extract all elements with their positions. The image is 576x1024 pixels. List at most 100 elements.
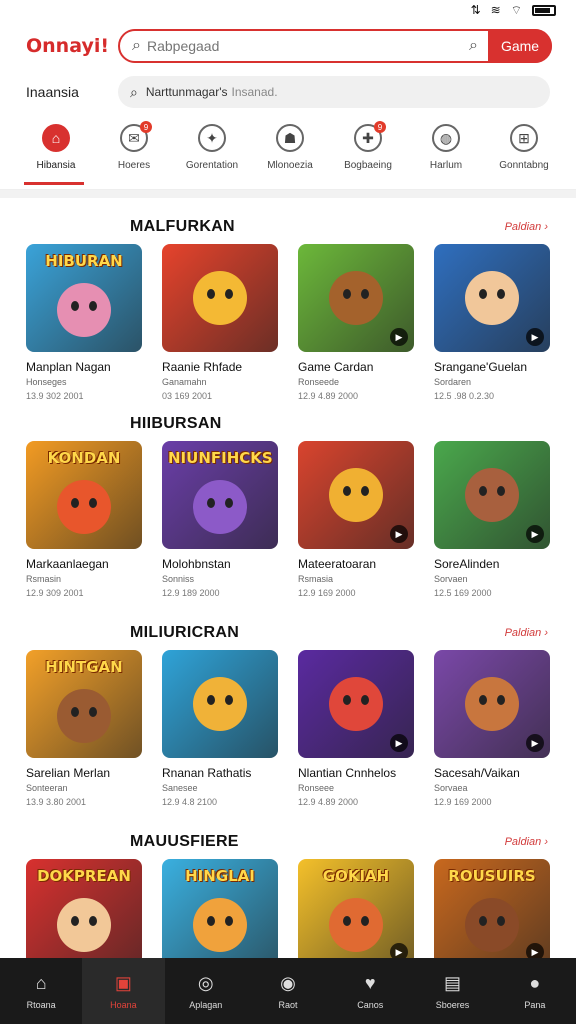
character-illustration (57, 480, 111, 534)
game-card[interactable]: HIBURAN Manplan Nagan Honseges 13.9 302 … (26, 244, 142, 401)
game-title: Rnanan Rathatis (162, 766, 252, 780)
nav-item-4[interactable]: ♥ Canos (329, 958, 411, 1024)
character-illustration (465, 677, 519, 731)
game-stats: 12.5 .98 0.2.30 (434, 391, 495, 401)
game-thumbnail[interactable]: ▶ (298, 441, 414, 549)
game-thumbnail[interactable]: ▶ (298, 244, 414, 352)
game-stats: 13.9 302 2001 (26, 391, 84, 401)
play-icon[interactable]: ▶ (390, 328, 408, 346)
game-stats: 13.9 3.80 2001 (26, 797, 87, 807)
see-all-link[interactable]: Paldian › (505, 221, 548, 233)
see-all-link[interactable]: Paldian › (505, 836, 548, 848)
game-thumbnail[interactable]: KONDAN (26, 441, 142, 549)
tab-label: Gonntabng (499, 160, 549, 171)
character-illustration (329, 271, 383, 325)
nav-item-2[interactable]: ◎ Aplagan (165, 958, 247, 1024)
nav-label: Aplagan (189, 999, 223, 1010)
game-genre: Ronseee (298, 783, 335, 793)
category-tabs: ⌂ Hibansia ✉ 9 Hoeres ✦ Gorentation ☗ Mlonoezia ✚… (0, 110, 576, 190)
tab-label: Hoeres (117, 160, 151, 171)
character-illustration (465, 271, 519, 325)
tab-1[interactable]: ✉ 9 Hoeres (100, 121, 168, 189)
thumbnail-title-art: NIUNFIHCKS (168, 449, 273, 467)
gift-icon: ✚ 9 (354, 121, 386, 152)
game-thumbnail[interactable]: DOKPREAN (26, 859, 142, 967)
gamepad-icon: ☗ (276, 124, 304, 152)
game-card[interactable]: ▶ Sacesah/Vaikan Sorvaea 12.9 169 2000 (434, 650, 550, 807)
chart-icon: ▤ (444, 972, 462, 993)
game-card[interactable]: ▶ Mateeratoaran Rsmasia 12.9 169 2000 (298, 441, 414, 598)
tab-6[interactable]: ⊞ Gonntabng (490, 124, 558, 189)
nav-item-3[interactable]: ◉ Raot (247, 958, 329, 1024)
game-card[interactable]: Rnanan Rathatis Sanesee 12.9 4.8 2100 (162, 650, 278, 807)
game-title: Markaanlaegan (26, 557, 109, 571)
game-card[interactable]: Raanie Rhfade Ganamahn 03 169 2001 (162, 244, 278, 401)
section-header: MAUUSFIERE Paldian › (0, 825, 576, 859)
tab-3[interactable]: ☗ Mlonoezia (256, 124, 324, 189)
tab-0[interactable]: ⌂ Hibansia (22, 124, 90, 189)
game-genre: Sordaren (434, 377, 472, 387)
game-card[interactable]: ▶ Nlantian Cnnhelos Ronseee 12.9 4.89 20… (298, 650, 414, 807)
see-all-link[interactable]: Paldian › (505, 627, 548, 639)
game-thumbnail[interactable]: HINGLAI (162, 859, 278, 967)
tab-5[interactable]: ◍ Harlum (412, 124, 480, 189)
game-card[interactable]: KONDAN Markaanlaegan Rsmasin 12.9 309 20… (26, 441, 142, 598)
game-thumbnail[interactable]: ROUSUIRS ▶ (434, 859, 550, 967)
game-icon: ◉ (280, 972, 296, 993)
notification-badge: 9 (140, 121, 152, 133)
character-illustration (57, 898, 111, 952)
game-thumbnail[interactable]: ▶ (298, 650, 414, 758)
character-illustration (329, 898, 383, 952)
game-thumbnail[interactable]: NIUNFIHCKS (162, 441, 278, 549)
search-input[interactable] (146, 38, 397, 54)
heart-icon: ♥ (364, 972, 376, 993)
game-thumbnail[interactable] (162, 244, 278, 352)
nav-item-5[interactable]: ▤ Sboeres (411, 958, 493, 1024)
store-icon: ▣ (114, 972, 132, 993)
game-thumbnail[interactable]: HINTGAN (26, 650, 142, 758)
nav-label: Pana (524, 999, 546, 1010)
play-icon[interactable]: ▶ (526, 734, 544, 752)
game-card[interactable]: NIUNFIHCKS Molohbnstan Sonniss 12.9 189 … (162, 441, 278, 598)
game-genre: Sonteeran (26, 783, 68, 793)
game-title: Molohbnstan (162, 557, 231, 571)
play-icon[interactable]: ▶ (526, 328, 544, 346)
game-thumbnail[interactable]: ▶ (434, 244, 550, 352)
game-card[interactable]: HINTGAN Sarelian Merlan Sonteeran 13.9 3… (26, 650, 142, 807)
nav-item-6[interactable]: ● Pana (494, 958, 576, 1024)
game-thumbnail[interactable] (162, 650, 278, 758)
game-thumbnail[interactable]: GOKIAH ▶ (298, 859, 414, 967)
nav-label: Canos (357, 999, 384, 1010)
thumbnail-title-art: HINGLAI (185, 867, 255, 885)
section-title: MALFURKAN (130, 218, 235, 235)
section-header: MALFURKAN Paldian › (0, 210, 576, 244)
section-header: MILIURICRAN Paldian › (0, 616, 576, 650)
app-logo[interactable]: Onnayi! (26, 35, 118, 57)
game-card[interactable]: ▶ Game Cardan Ronseede 12.9 4.89 2000 (298, 244, 414, 401)
game-thumbnail[interactable]: ▶ (434, 441, 550, 549)
game-card[interactable]: ▶ Srangane'Guelan Sordaren 12.5 .98 0.2.… (434, 244, 550, 401)
battery-icon (532, 4, 556, 16)
tab-2[interactable]: ✦ Gorentation (178, 124, 246, 189)
thumbnail-title-art: GOKIAH (322, 867, 390, 885)
secondary-search[interactable]: ⌕ Narttunmagar's Insanad. (118, 76, 550, 108)
nav-item-0[interactable]: ⌂ Rtoana (0, 958, 82, 1024)
tab-4[interactable]: ✚ 9 Bogbaeing (334, 121, 402, 189)
game-card[interactable]: ▶ SoreAlinden Sorvaen 12.5 169 2000 (434, 441, 550, 598)
thumbnail-title-art: HIBURAN (45, 252, 123, 270)
main-search-bar[interactable]: ⌕ ⌕ Game (118, 29, 552, 63)
game-thumbnail[interactable]: HIBURAN (26, 244, 142, 352)
game-thumbnail[interactable]: ▶ (434, 650, 550, 758)
play-icon[interactable]: ▶ (390, 734, 408, 752)
game-section: MALFURKAN Paldian › HIBURAN Manplan Naga… (0, 210, 576, 401)
game-button[interactable]: Game (488, 29, 552, 63)
signal-icon: ⇅ (470, 3, 481, 17)
play-icon[interactable]: ▶ (526, 525, 544, 543)
play-icon[interactable]: ▶ (390, 525, 408, 543)
search-submit-icon[interactable]: ⌕ (469, 37, 478, 55)
nav-item-1[interactable]: ▣ Hoana (82, 958, 165, 1024)
game-grid: KONDAN Markaanlaegan Rsmasin 12.9 309 20… (0, 441, 576, 598)
tab-label: Harlum (429, 160, 463, 171)
region-label[interactable]: Inaansia (26, 84, 118, 100)
character-illustration (193, 898, 247, 952)
